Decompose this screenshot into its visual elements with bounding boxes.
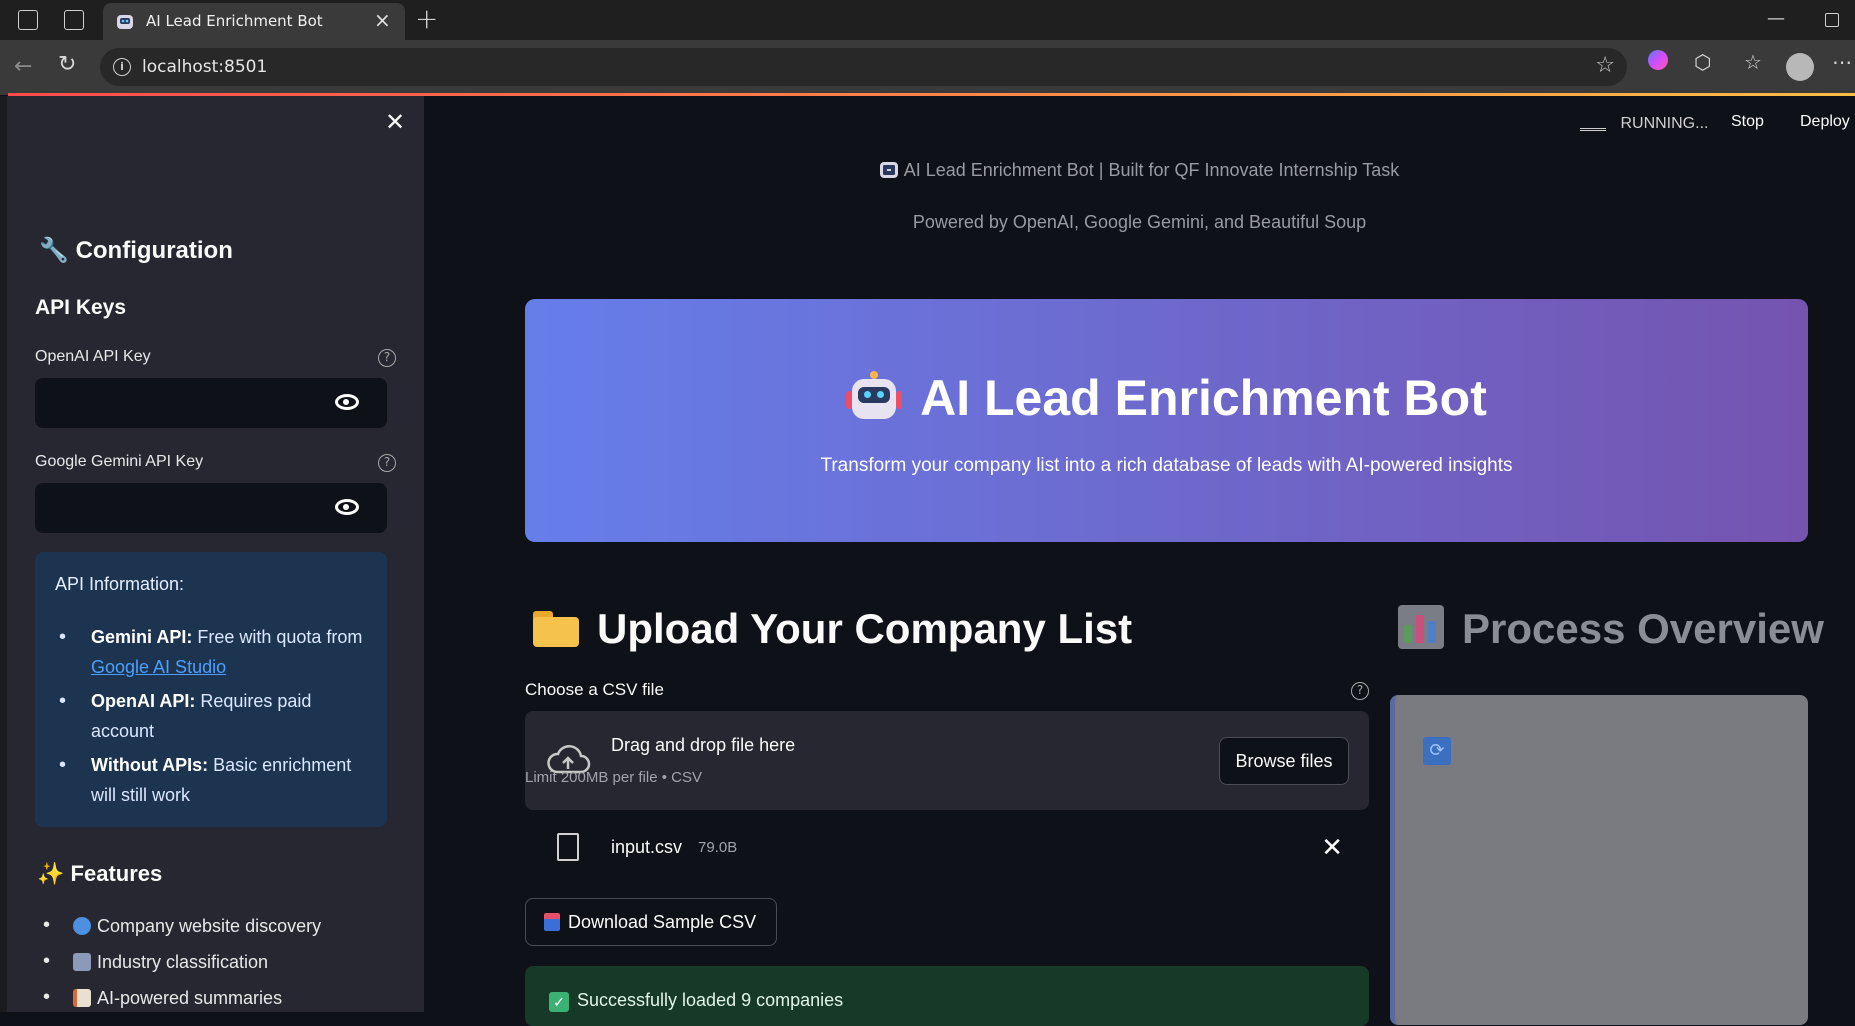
success-alert: ✓ Successfully loaded 9 companies	[525, 966, 1369, 1026]
minimize-icon[interactable]: —	[1767, 8, 1785, 29]
url-text: localhost:8501	[142, 57, 268, 77]
magnifier-icon	[73, 917, 91, 935]
configuration-heading: 🔧 Configuration	[39, 237, 233, 264]
gemini-key-input[interactable]	[35, 483, 387, 533]
list-item: AI-powered summaries	[35, 986, 321, 1012]
hero-subtitle: Transform your company list into a rich …	[820, 455, 1513, 476]
file-icon	[557, 833, 579, 861]
features-heading: ✨ Features	[37, 861, 163, 886]
tab-title: AI Lead Enrichment Bot	[146, 12, 323, 30]
address-bar-row: ← ↻ i localhost:8501 ☆	[0, 40, 1855, 95]
memo-icon	[73, 989, 91, 1007]
favorite-star-icon[interactable]: ☆	[1595, 53, 1615, 78]
caption-built-for: AI Lead Enrichment Bot | Built for QF In…	[424, 160, 1855, 181]
process-overview-panel: ⟳	[1390, 695, 1808, 1025]
folder-icon	[533, 611, 579, 647]
api-info-list: Gemini API: Free with quota from Google …	[55, 622, 375, 814]
extensions-icon[interactable]: ⬡	[1694, 50, 1711, 74]
new-tab-icon[interactable]: +	[415, 2, 438, 35]
gemini-help-icon[interactable]: ?	[378, 454, 396, 472]
hero-banner: AI Lead Enrichment Bot Transform your co…	[525, 299, 1808, 542]
stop-button[interactable]: Stop	[1731, 113, 1764, 131]
site-info-icon[interactable]: i	[113, 58, 131, 76]
show-password-icon[interactable]	[335, 499, 359, 515]
uploaded-file-item: input.csv 79.0B ✕	[525, 825, 1369, 875]
browser-tab-bar: AI Lead Enrichment Bot × + —	[0, 0, 1855, 40]
running-swimmer-icon	[1580, 113, 1606, 131]
building-icon	[73, 953, 91, 971]
copilot-icon[interactable]	[1648, 50, 1668, 75]
sidebar: ✕ 🔧 Configuration API Keys OpenAI API Ke…	[0, 96, 424, 1012]
deploy-button[interactable]: Deploy	[1800, 113, 1850, 131]
api-info-box: API Information: Gemini API: Free with q…	[35, 552, 387, 827]
file-size: 79.0B	[698, 839, 738, 856]
file-dropzone[interactable]: Drag and drop file here Limit 200MB per …	[525, 711, 1369, 810]
file-name: input.csv	[611, 837, 683, 857]
browse-files-button[interactable]: Browse files	[1219, 737, 1349, 785]
wrench-icon: 🔧	[39, 237, 69, 264]
browser-tab[interactable]: AI Lead Enrichment Bot ×	[103, 3, 405, 40]
sparkles-icon: ✨	[37, 861, 65, 886]
list-item: OpenAI API: Requires paid account	[55, 686, 375, 746]
status-text: RUNNING...	[1620, 115, 1709, 132]
api-keys-heading: API Keys	[35, 296, 127, 319]
google-ai-studio-link[interactable]: Google AI Studio	[91, 657, 226, 677]
bar-chart-icon	[1398, 605, 1444, 649]
list-item: Industry classification	[35, 950, 321, 988]
robot-icon	[879, 162, 898, 178]
csv-help-icon[interactable]: ?	[1351, 682, 1369, 700]
features-list: Company website discovery Industry class…	[35, 914, 321, 1012]
hero-title: AI Lead Enrichment Bot	[525, 369, 1808, 427]
download-sample-button[interactable]: Download Sample CSV	[525, 898, 777, 946]
api-info-title: API Information:	[55, 574, 185, 594]
openai-help-icon[interactable]: ?	[378, 349, 396, 367]
list-item: Company website discovery	[35, 914, 321, 952]
favorites-icon[interactable]: ☆	[1744, 50, 1762, 74]
show-password-icon[interactable]	[335, 394, 359, 410]
openai-key-label: OpenAI API Key	[35, 348, 151, 365]
back-icon[interactable]: ←	[14, 54, 32, 79]
refresh-icon: ⟳	[1423, 737, 1451, 765]
reload-icon[interactable]: ↻	[58, 52, 76, 77]
robot-icon	[117, 15, 133, 29]
url-field[interactable]: i localhost:8501 ☆	[100, 48, 1627, 86]
success-text: Successfully loaded 9 companies	[577, 990, 844, 1010]
app-status: RUNNING...	[1580, 113, 1708, 133]
upload-heading: Upload Your Company List	[533, 605, 1132, 653]
more-options-icon[interactable]: ⋯	[1832, 50, 1852, 74]
tab-close-icon[interactable]: ×	[374, 8, 391, 32]
csv-file-label: Choose a CSV file	[525, 680, 664, 699]
caption-powered-by: Powered by OpenAI, Google Gemini, and Be…	[912, 212, 1367, 232]
list-item: Without APIs: Basic enrichment will stil…	[55, 750, 375, 810]
profile-avatar[interactable]	[1786, 53, 1814, 86]
restore-icon[interactable]	[1825, 13, 1839, 27]
limit-text: Limit 200MB per file • CSV	[525, 769, 702, 786]
close-sidebar-icon[interactable]: ✕	[385, 108, 405, 136]
list-item: Gemini API: Free with quota from Google …	[55, 622, 375, 682]
robot-icon	[846, 371, 903, 423]
process-overview-heading: Process Overview	[1398, 605, 1824, 653]
tab-actions-icon[interactable]	[64, 10, 84, 30]
drop-text: Drag and drop file here	[611, 735, 796, 755]
check-icon: ✓	[549, 992, 569, 1012]
remove-file-icon[interactable]: ✕	[1321, 832, 1343, 863]
workspaces-icon[interactable]	[18, 10, 38, 30]
openai-key-input[interactable]	[35, 378, 387, 428]
inbox-tray-icon	[544, 913, 560, 931]
gemini-key-label: Google Gemini API Key	[35, 453, 204, 470]
